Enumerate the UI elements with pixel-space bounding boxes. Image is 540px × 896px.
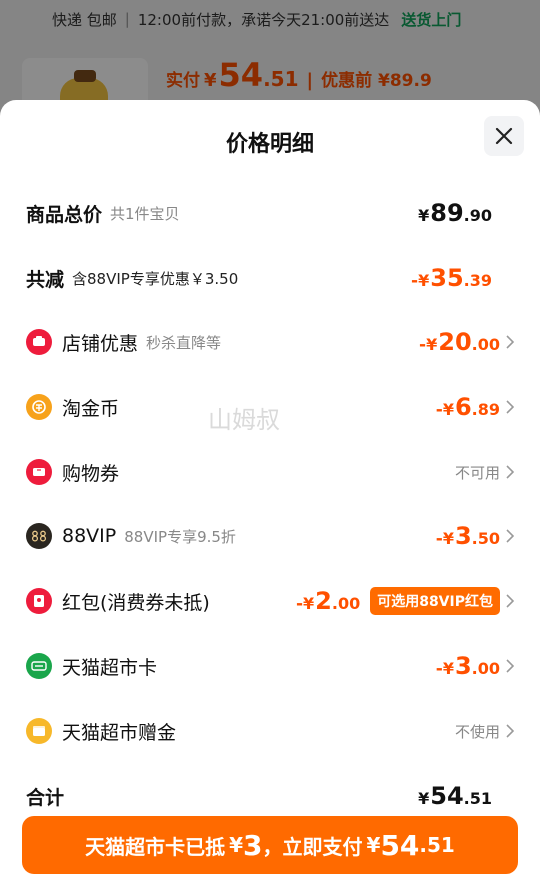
minus-sign: - bbox=[411, 271, 419, 291]
amount-int: 3 bbox=[454, 652, 472, 680]
select-88vip-red-packet-tag[interactable]: 可选用88VIP红包 bbox=[370, 587, 500, 615]
currency-symbol: ¥ bbox=[418, 789, 430, 808]
amount-dec: .39 bbox=[463, 271, 492, 290]
row-shopping-voucher[interactable]: 购物券 不可用 bbox=[0, 452, 540, 492]
currency-symbol: ¥ bbox=[442, 529, 454, 548]
sheet-title: 价格明细 bbox=[225, 132, 314, 157]
row-total-reduction: 共减 含88VIP专享优惠￥3.50 - ¥ 35 .39 bbox=[0, 258, 540, 298]
vip-amount: - ¥ 3 .50 bbox=[436, 522, 500, 550]
voucher-status: 不可用 bbox=[454, 463, 500, 482]
shop-discount-amount: - ¥ 20 .00 bbox=[419, 328, 500, 356]
goods-count: 共1件宝贝 bbox=[110, 204, 180, 223]
amount-int: 35 bbox=[430, 264, 464, 292]
amount-dec: .00 bbox=[331, 594, 361, 613]
amount-int: 54 bbox=[430, 782, 464, 810]
row-tmall-market-card[interactable]: 天猫超市卡 - ¥ 3 .00 bbox=[0, 646, 540, 686]
gift-money-icon bbox=[26, 718, 52, 744]
currency-symbol: ¥ bbox=[418, 206, 430, 225]
chevron-right-icon bbox=[506, 529, 514, 543]
amount-int: 89 bbox=[430, 199, 464, 227]
taojinbi-amount: - ¥ 6 .89 bbox=[436, 393, 500, 421]
pay-now-button[interactable]: 天猫超市卡已抵 ¥ 3 ，立即支付 ¥ 54 .51 bbox=[22, 816, 518, 874]
chevron-right-icon bbox=[506, 400, 514, 414]
minus-sign: - bbox=[435, 400, 443, 420]
currency-symbol: ¥ bbox=[426, 335, 438, 354]
goods-total-amount: ¥ 89 .90 bbox=[418, 199, 492, 227]
close-button[interactable] bbox=[484, 116, 524, 156]
shop-discount-label: 店铺优惠 bbox=[62, 332, 139, 355]
row-shop-discount[interactable]: 店铺优惠 秒杀直降等 - ¥ 20 .00 bbox=[0, 322, 540, 362]
amount-dec: .89 bbox=[471, 400, 500, 419]
chevron-right-icon bbox=[506, 465, 514, 479]
chevron-right-icon bbox=[506, 335, 514, 349]
pay-button-text: 天猫超市卡已抵 bbox=[85, 834, 226, 859]
currency-symbol: ¥ bbox=[442, 400, 454, 419]
currency-symbol: ¥ bbox=[303, 594, 315, 613]
pay-currency: ¥ bbox=[366, 833, 381, 857]
tmall-supermarket-card-icon bbox=[26, 653, 52, 679]
sum-label: 合计 bbox=[26, 786, 65, 809]
pay-button-text2: ，立即支付 bbox=[262, 834, 363, 859]
red-packet-amount: - ¥ 2 .00 bbox=[296, 587, 360, 615]
amount-int: 2 bbox=[315, 587, 332, 615]
sum-amount: ¥ 54 .51 bbox=[418, 782, 492, 810]
market-gift-label: 天猫超市赠金 bbox=[62, 721, 177, 744]
reduction-label: 共减 bbox=[26, 268, 65, 291]
vip-label: 88VIP bbox=[62, 525, 117, 547]
amount-dec: .50 bbox=[471, 529, 500, 548]
chevron-right-icon bbox=[506, 594, 514, 608]
minus-sign: - bbox=[435, 659, 443, 679]
red-packet-icon bbox=[26, 588, 52, 614]
chevron-right-icon bbox=[506, 724, 514, 738]
price-detail-sheet: 价格明细 山姆叔 商品总价 共1件宝贝 ¥ 89 .90 共减 含88VIP专享… bbox=[0, 100, 540, 896]
red-packet-label: 红包(消费券未抵) bbox=[62, 591, 210, 614]
vip-discount-note: 含88VIP专享优惠￥3.50 bbox=[72, 269, 239, 288]
voucher-label: 购物券 bbox=[62, 462, 120, 485]
close-icon bbox=[495, 127, 513, 145]
row-red-packet[interactable]: 红包(消费券未抵) - ¥ 2 .00 可选用88VIP红包 bbox=[0, 581, 540, 621]
amount-int: 20 bbox=[438, 328, 472, 356]
goods-total-label: 商品总价 bbox=[26, 203, 103, 226]
gold-coin-icon bbox=[26, 394, 52, 420]
currency-symbol: ¥ bbox=[442, 659, 454, 678]
voucher-ticket-icon bbox=[26, 459, 52, 485]
amount-dec: .90 bbox=[463, 206, 492, 225]
amount-dec: .00 bbox=[471, 659, 500, 678]
shop-coupon-icon bbox=[26, 329, 52, 355]
amount-int: 3 bbox=[454, 522, 472, 550]
row-taojinbi[interactable]: 淘金币 - ¥ 6 .89 bbox=[0, 387, 540, 427]
shop-discount-note: 秒杀直降等 bbox=[146, 333, 222, 352]
currency-symbol: ¥ bbox=[418, 271, 430, 290]
row-goods-total: 商品总价 共1件宝贝 ¥ 89 .90 bbox=[0, 193, 540, 233]
row-88vip[interactable]: 88VIP 88VIP专享9.5折 - ¥ 3 .50 bbox=[0, 516, 540, 556]
deduct-amount: 3 bbox=[243, 828, 263, 862]
reduction-amount: - ¥ 35 .39 bbox=[411, 264, 492, 292]
minus-sign: - bbox=[435, 529, 443, 549]
deduct-currency: ¥ bbox=[229, 833, 244, 857]
amount-int: 6 bbox=[454, 393, 472, 421]
market-gift-status: 不使用 bbox=[454, 722, 500, 741]
amount-dec: .00 bbox=[471, 335, 500, 354]
chevron-right-icon bbox=[506, 659, 514, 673]
row-sum-total: 合计 ¥ 54 .51 bbox=[0, 776, 540, 816]
pay-amount-int: 54 bbox=[380, 828, 420, 862]
taojinbi-label: 淘金币 bbox=[62, 397, 120, 420]
market-card-label: 天猫超市卡 bbox=[62, 656, 158, 679]
pay-amount-dec: .51 bbox=[419, 833, 455, 857]
vip-note: 88VIP专享9.5折 bbox=[124, 527, 236, 546]
minus-sign: - bbox=[419, 335, 427, 355]
88vip-icon bbox=[26, 523, 52, 549]
market-card-amount: - ¥ 3 .00 bbox=[436, 652, 500, 680]
row-tmall-market-gift[interactable]: 天猫超市赠金 不使用 bbox=[0, 711, 540, 751]
amount-dec: .51 bbox=[463, 789, 492, 808]
minus-sign: - bbox=[295, 594, 304, 614]
